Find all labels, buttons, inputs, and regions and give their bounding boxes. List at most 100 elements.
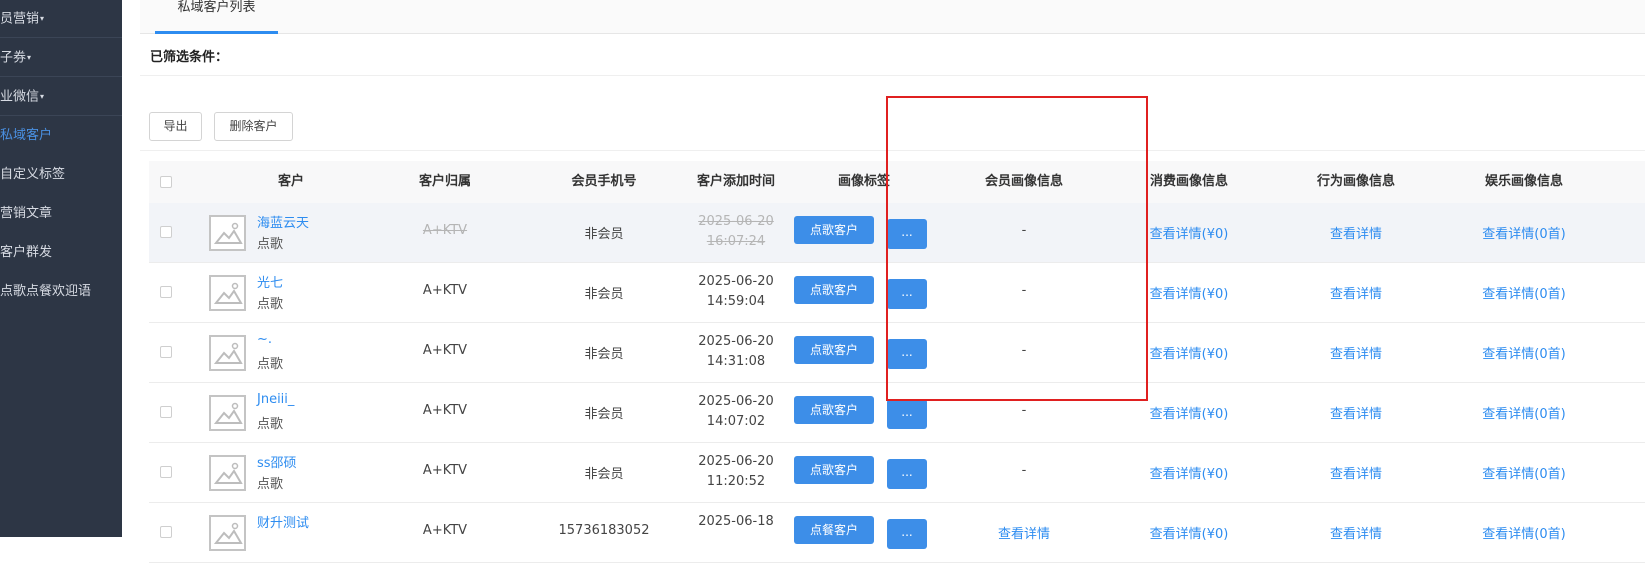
member-portrait-info: - xyxy=(1021,403,1027,418)
divider xyxy=(140,75,1645,76)
column-header-behavior-portrait: 行为画像信息 xyxy=(1316,174,1395,189)
entertainment-detail-link[interactable]: 查看详情(0首) xyxy=(1469,523,1579,542)
entertainment-detail-link[interactable]: 查看详情(0首) xyxy=(1469,223,1579,242)
caret-down-icon: ▾ xyxy=(40,14,45,23)
portrait-tag-button[interactable]: 点歌客户 xyxy=(794,396,874,424)
portrait-tag-button[interactable]: 点歌客户 xyxy=(794,276,874,304)
sidebar-item-wecom[interactable]: 业微信▾ xyxy=(0,78,122,116)
add-time: 2025-06-20 14:31:08 xyxy=(681,332,791,372)
caret-down-icon: ▾ xyxy=(40,92,45,101)
export-button[interactable]: 导出 xyxy=(149,112,202,141)
more-tags-button[interactable]: ... xyxy=(887,459,927,489)
behavior-detail-link[interactable]: 查看详情 xyxy=(1301,343,1411,362)
entertainment-detail-link[interactable]: 查看详情(0首) xyxy=(1469,403,1579,422)
sidebar-item-customer-broadcast[interactable]: 客户群发 xyxy=(0,234,122,272)
consume-detail-link[interactable]: 查看详情(¥0) xyxy=(1134,343,1244,362)
add-date: 2025-06-20 xyxy=(698,454,774,469)
customer-source: 点歌 xyxy=(257,357,284,372)
add-clock: 14:59:04 xyxy=(706,294,766,309)
filter-conditions-label: 已筛选条件： xyxy=(150,50,229,65)
behavior-detail-link[interactable]: 查看详情 xyxy=(1301,523,1411,542)
sidebar-item-label: 业微信 xyxy=(0,89,40,105)
member-phone: 非会员 xyxy=(584,287,624,302)
behavior-detail-link[interactable]: 查看详情 xyxy=(1301,283,1411,302)
row-checkbox[interactable] xyxy=(160,406,172,418)
image-placeholder-icon xyxy=(209,335,246,371)
row-checkbox[interactable] xyxy=(160,286,172,298)
tab-private-customer-list[interactable]: 私域客户列表 xyxy=(155,0,278,34)
row-checkbox[interactable] xyxy=(160,526,172,538)
add-date: 2025-06-20 xyxy=(698,334,774,349)
add-date: 2025-06-20 xyxy=(698,394,774,409)
portrait-tag-button[interactable]: 点歌客户 xyxy=(794,456,874,484)
sidebar: 员营销▾ 子券▾ 业微信▾ 私域客户 自定义标签 营销文章 客户群发 点歌点餐欢… xyxy=(0,0,122,537)
delete-customer-button[interactable]: 删除客户 xyxy=(214,112,293,141)
more-tags-button[interactable]: ... xyxy=(887,339,927,369)
more-tags-button[interactable]: ... xyxy=(887,279,927,309)
sidebar-item-member-marketing[interactable]: 员营销▾ xyxy=(0,0,122,38)
row-checkbox[interactable] xyxy=(160,346,172,358)
more-tags-button[interactable]: ... xyxy=(887,399,927,429)
sidebar-item-private-customers[interactable]: 私域客户 xyxy=(0,117,122,155)
column-header-member-portrait: 会员画像信息 xyxy=(984,174,1063,189)
row-checkbox[interactable] xyxy=(160,466,172,478)
member-portrait-info[interactable]: 查看详情 xyxy=(969,523,1079,542)
sidebar-item-label: 子券 xyxy=(0,50,27,66)
sidebar-item-welcome-message[interactable]: 点歌点餐欢迎语 xyxy=(0,273,122,311)
sidebar-item-label: 营销文章 xyxy=(0,206,53,221)
add-date: 2025-06-18 xyxy=(698,514,774,529)
consume-detail-link[interactable]: 查看详情(¥0) xyxy=(1134,463,1244,482)
portrait-tag-button[interactable]: 点餐客户 xyxy=(794,516,874,544)
table-row: ss邵硕 点歌 A+KTV 非会员 2025-06-20 11:20:52 点歌客户... -… xyxy=(149,443,1645,503)
sidebar-item-coupons[interactable]: 子券▾ xyxy=(0,39,122,77)
member-portrait-info: - xyxy=(1021,223,1027,238)
portrait-tag-button[interactable]: 点歌客户 xyxy=(794,216,874,244)
customer-name-link[interactable]: 光七 xyxy=(257,272,283,291)
select-all-checkbox[interactable] xyxy=(160,176,172,188)
more-tags-button[interactable]: ... xyxy=(887,219,927,249)
add-clock: 14:07:02 xyxy=(706,414,766,429)
sidebar-item-label: 自定义标签 xyxy=(0,167,66,182)
customer-store: A+KTV xyxy=(422,283,468,298)
consume-detail-link[interactable]: 查看详情(¥0) xyxy=(1134,403,1244,422)
entertainment-detail-link[interactable]: 查看详情(0首) xyxy=(1469,463,1579,482)
customer-name-link[interactable]: 财升测试 xyxy=(257,512,309,531)
table-row: 光七 点歌 A+KTV 非会员 2025-06-20 14:59:04 点歌客户... - 查看… xyxy=(149,263,1645,323)
more-tags-button[interactable]: ... xyxy=(887,519,927,549)
table-row: Jneiii_ 点歌 A+KTV 非会员 2025-06-20 14:07:02 点歌客户.… xyxy=(149,383,1645,443)
customer-store: A+KTV xyxy=(422,463,468,478)
behavior-detail-link[interactable]: 查看详情 xyxy=(1301,223,1411,242)
add-clock: 16:07:24 xyxy=(706,234,766,249)
column-header-entertainment-portrait: 娱乐画像信息 xyxy=(1484,174,1563,189)
image-placeholder-icon xyxy=(209,275,246,311)
entertainment-detail-link[interactable]: 查看详情(0首) xyxy=(1469,343,1579,362)
member-phone: 非会员 xyxy=(584,227,624,242)
image-placeholder-icon xyxy=(209,515,246,551)
consume-detail-link[interactable]: 查看详情(¥0) xyxy=(1134,223,1244,242)
sidebar-item-label: 私域客户 xyxy=(0,128,53,143)
customer-name-link[interactable]: Jneiii_ xyxy=(257,392,294,407)
customer-store: A+KTV xyxy=(422,403,468,418)
sidebar-item-custom-tags[interactable]: 自定义标签 xyxy=(0,156,122,194)
consume-detail-link[interactable]: 查看详情(¥0) xyxy=(1134,283,1244,302)
portrait-tag-button[interactable]: 点歌客户 xyxy=(794,336,874,364)
add-time: 2025-06-20 14:59:04 xyxy=(681,272,791,312)
behavior-detail-link[interactable]: 查看详情 xyxy=(1301,403,1411,422)
column-header-portrait-tags: 画像标签 xyxy=(837,174,890,189)
sidebar-item-label: 员营销 xyxy=(0,11,40,27)
member-portrait-info: - xyxy=(1021,463,1027,478)
sidebar-item-marketing-articles[interactable]: 营销文章 xyxy=(0,195,122,233)
customer-store: A+KTV xyxy=(422,223,468,238)
customer-store: A+KTV xyxy=(422,523,468,538)
customer-name-link[interactable]: 海蓝云天 xyxy=(257,212,309,231)
customer-name-link[interactable]: ~. xyxy=(257,332,272,347)
member-phone: 非会员 xyxy=(584,467,624,482)
behavior-detail-link[interactable]: 查看详情 xyxy=(1301,463,1411,482)
consume-detail-link[interactable]: 查看详情(¥0) xyxy=(1134,523,1244,542)
table-row: 海蓝云天 点歌 A+KTV 非会员 2025-06-20 16:07:24 点歌客户... -… xyxy=(149,203,1645,263)
entertainment-detail-link[interactable]: 查看详情(0首) xyxy=(1469,283,1579,302)
customer-source: 点歌 xyxy=(257,237,284,252)
customer-name-link[interactable]: ss邵硕 xyxy=(257,452,297,471)
row-checkbox[interactable] xyxy=(160,226,172,238)
main-content: 私域客户列表 已筛选条件： 导出 删除客户 客户 客户归属 会员手机号 客户添加… xyxy=(122,0,1645,563)
